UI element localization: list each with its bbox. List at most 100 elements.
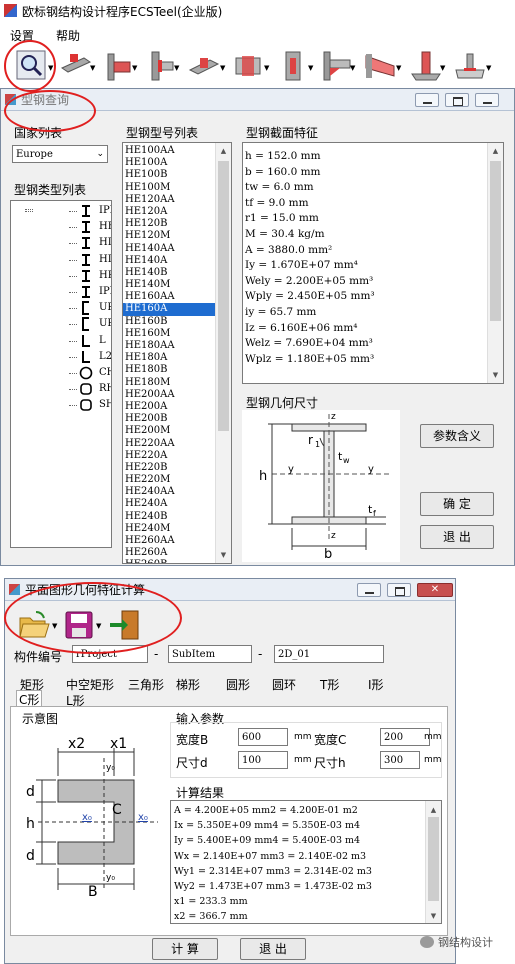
type-item[interactable]: CHS (55, 365, 111, 381)
dropdown-arrow-icon[interactable]: ▼ (174, 64, 179, 72)
connection-tool-button[interactable] (142, 48, 178, 84)
type-item[interactable]: HL (55, 252, 111, 268)
type-item[interactable]: L2 (55, 349, 111, 365)
model-item[interactable]: HE200AA (123, 389, 215, 401)
type-item[interactable]: HD (55, 235, 111, 251)
model-item[interactable]: HE220B (123, 462, 215, 474)
model-item[interactable]: HE220M (123, 474, 215, 486)
input-c-field[interactable]: 200 (380, 728, 430, 746)
joint-tool-button[interactable] (186, 48, 222, 84)
section-type-tree[interactable]: IPE HE HD HL HP IPN UPE UPN L L2 CHS RHS SHS (10, 200, 112, 548)
model-item[interactable]: HE140A (123, 255, 215, 267)
model-item[interactable]: HE120M (123, 230, 215, 242)
exit-button[interactable]: 退 出 (420, 525, 494, 549)
type-item[interactable]: UPN (55, 316, 111, 332)
model-item[interactable]: HE260AA (123, 535, 215, 547)
results-scrollbar[interactable]: ▲ ▼ (425, 801, 441, 923)
dropdown-arrow-icon[interactable]: ▼ (486, 64, 491, 72)
tab-t-shape[interactable]: T形 (320, 676, 339, 693)
model-item[interactable]: HE200M (123, 425, 215, 437)
tab-trapezoid[interactable]: 梯形 (176, 676, 200, 693)
model-item[interactable]: HE140AA (123, 243, 215, 255)
model-item[interactable]: HE140B (123, 267, 215, 279)
properties-scrollbar[interactable]: ▲ ▼ (487, 143, 503, 383)
type-item[interactable]: HE (55, 219, 111, 235)
type-item[interactable]: UPE (55, 300, 111, 316)
model-item[interactable]: HE120A (123, 206, 215, 218)
type-item[interactable]: SHS (55, 397, 111, 413)
model-item[interactable]: HE160AA (123, 291, 215, 303)
model-item[interactable]: HE240AA (123, 486, 215, 498)
maximize-button[interactable] (387, 583, 411, 597)
input-h-field[interactable]: 300 (380, 751, 420, 769)
scroll-up-icon[interactable]: ▲ (216, 145, 231, 157)
scroll-down-icon[interactable]: ▼ (426, 909, 441, 921)
dropdown-arrow-icon[interactable]: ▼ (308, 64, 313, 72)
dropdown-arrow-icon[interactable]: ▼ (90, 64, 95, 72)
haunch-tool-button[interactable] (362, 48, 398, 84)
close-button[interactable] (475, 93, 499, 107)
input-d-field[interactable]: 100 (238, 751, 288, 769)
model-item[interactable]: HE160B (123, 316, 215, 328)
model-item[interactable]: HE240M (123, 523, 215, 535)
footing-tool-button[interactable] (452, 48, 488, 84)
model-item[interactable]: HE240B (123, 511, 215, 523)
input-b-field[interactable]: 600 (238, 728, 288, 746)
tab-triangle[interactable]: 三角形 (128, 676, 164, 693)
model-item[interactable]: HE200A (123, 401, 215, 413)
model-item[interactable]: HE100B (123, 169, 215, 181)
stiffener-tool-button[interactable] (276, 48, 312, 84)
model-item[interactable]: HE180AA (123, 340, 215, 352)
type-item[interactable]: IPN (55, 284, 111, 300)
model-list-scrollbar[interactable]: ▲ ▼ (215, 143, 231, 563)
model-item[interactable]: HE220AA (123, 438, 215, 450)
maximize-button[interactable] (445, 93, 469, 107)
scroll-down-icon[interactable]: ▼ (216, 549, 231, 561)
dropdown-arrow-icon[interactable]: ▼ (132, 64, 137, 72)
model-item[interactable]: HE180M (123, 377, 215, 389)
model-item[interactable]: HE140M (123, 279, 215, 291)
dropdown-arrow-icon[interactable]: ▼ (264, 64, 269, 72)
splice-tool-button[interactable] (230, 48, 266, 84)
model-item[interactable]: HE180B (123, 364, 215, 376)
model-item[interactable]: HE200B (123, 413, 215, 425)
scroll-thumb[interactable] (490, 161, 501, 321)
scroll-up-icon[interactable]: ▲ (426, 803, 441, 815)
type-item[interactable]: HP (55, 268, 111, 284)
model-item[interactable]: HE240A (123, 498, 215, 510)
subitem-field[interactable]: SubItem (168, 645, 252, 663)
bracket-tool-button[interactable] (318, 48, 354, 84)
scroll-down-icon[interactable]: ▼ (488, 369, 503, 381)
parameter-meaning-button[interactable]: 参数含义 (420, 424, 494, 448)
model-item[interactable]: HE260A (123, 547, 215, 559)
scroll-thumb[interactable] (428, 817, 439, 901)
type-item[interactable]: RHS (55, 381, 111, 397)
tab-circle[interactable]: 圆形 (226, 676, 250, 693)
dropdown-arrow-icon[interactable]: ▼ (440, 64, 445, 72)
model-item[interactable]: HE100AA (123, 145, 215, 157)
calculate-button[interactable]: 计 算 (152, 938, 218, 960)
model-item[interactable]: HE220A (123, 450, 215, 462)
model-item[interactable]: HE160M (123, 328, 215, 340)
model-item[interactable]: HE100A (123, 157, 215, 169)
model-item[interactable]: HE180A (123, 352, 215, 364)
dropdown-arrow-icon[interactable]: ▼ (350, 64, 355, 72)
scroll-thumb[interactable] (218, 161, 229, 431)
country-select[interactable]: Europe ⌄ (12, 145, 108, 163)
column-tool-button[interactable] (100, 48, 136, 84)
tab-hollow-rectangle[interactable]: 中空矩形 (66, 676, 114, 693)
type-item[interactable]: IPE (55, 203, 111, 219)
model-item[interactable]: HE120B (123, 218, 215, 230)
exit-plane-button[interactable]: 退 出 (240, 938, 306, 960)
model-item[interactable]: HE260B (123, 559, 215, 563)
type-item[interactable]: L (55, 333, 111, 349)
model-item[interactable]: HE120AA (123, 194, 215, 206)
tab-ring[interactable]: 圆环 (272, 676, 296, 693)
menu-help[interactable]: 帮助 (56, 27, 80, 44)
model-list[interactable]: HE100AA HE100A HE100B HE100M HE120AA HE120A HE… (122, 142, 232, 564)
model-item[interactable]: HE100M (123, 182, 215, 194)
dropdown-arrow-icon[interactable]: ▼ (396, 64, 401, 72)
item-field[interactable]: 2D_01 (274, 645, 384, 663)
close-button[interactable]: ✕ (417, 583, 453, 597)
beam-tool-button[interactable] (58, 48, 94, 84)
